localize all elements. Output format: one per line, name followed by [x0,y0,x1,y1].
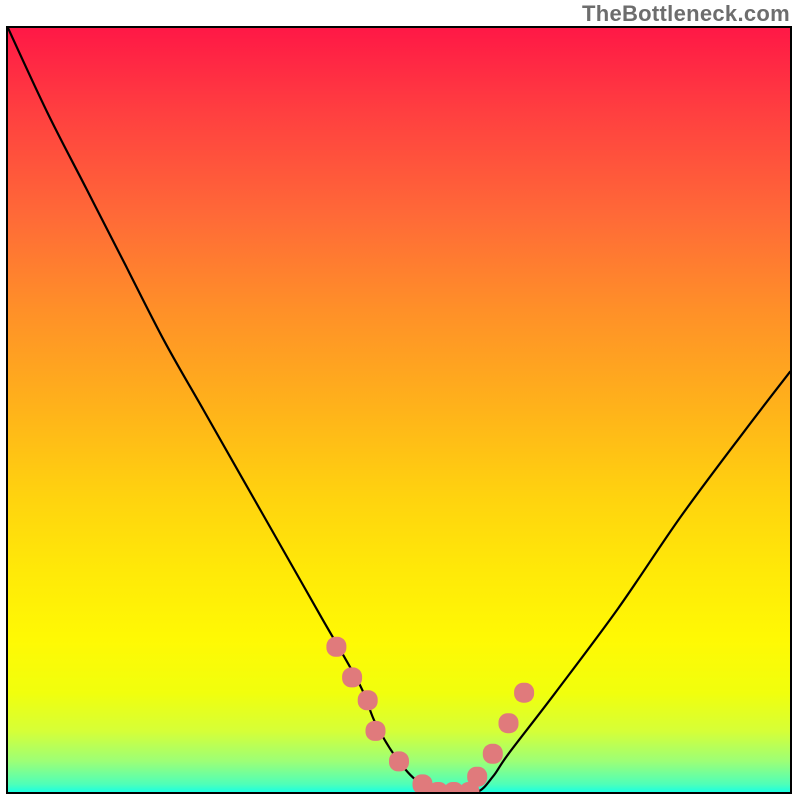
curve-node [389,751,409,771]
curve-node [358,690,378,710]
curve-node [326,637,346,657]
curve-node [366,721,386,741]
curve-node [499,713,519,733]
chart-frame [6,26,792,794]
curve-nodes [326,637,534,792]
watermark-text: TheBottleneck.com [582,1,790,27]
curve-node [483,744,503,764]
chart-curve-layer [8,28,790,792]
curve-node [342,667,362,687]
curve-node [514,683,534,703]
curve-node [467,767,487,787]
curve-line [8,28,790,792]
